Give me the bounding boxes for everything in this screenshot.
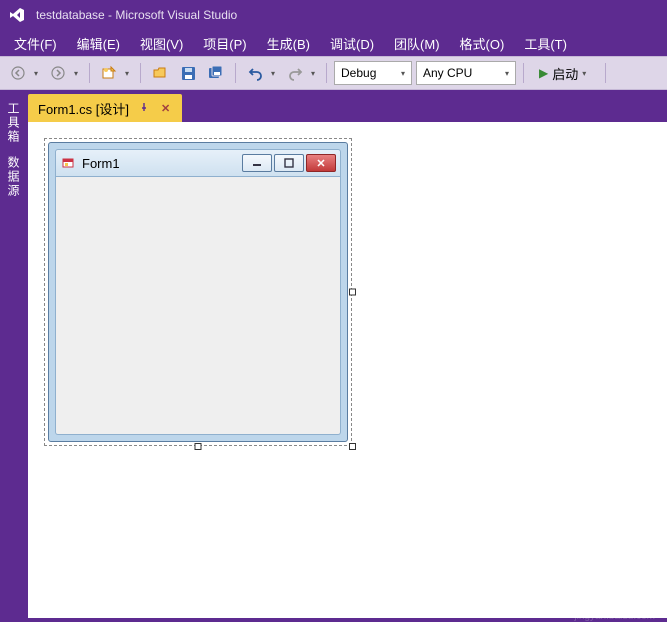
config-combo[interactable]: Debug ▾ [334, 61, 412, 85]
platform-combo-value: Any CPU [423, 66, 472, 80]
platform-combo[interactable]: Any CPU ▾ [416, 61, 516, 85]
side-tab-toolbox[interactable]: 工具箱 [0, 96, 24, 150]
chevron-down-icon: ▾ [505, 69, 509, 78]
run-button-label: 启动 [552, 64, 578, 83]
run-button[interactable]: ▶ 启动 ▾ [531, 61, 598, 85]
config-combo-value: Debug [341, 66, 376, 80]
resize-handle-bottom[interactable] [195, 443, 202, 450]
form-title-text: Form1 [82, 156, 120, 171]
main-area: 工具箱 数据源 Form1.cs [设计] ✕ [0, 90, 667, 618]
new-project-button[interactable] [97, 61, 121, 85]
chevron-down-icon[interactable]: ▾ [271, 69, 279, 78]
save-button[interactable] [176, 61, 200, 85]
form-icon [62, 156, 76, 170]
toolbar-separator [326, 63, 327, 83]
chevron-down-icon[interactable]: ▾ [125, 69, 133, 78]
tab-form1-design[interactable]: Form1.cs [设计] ✕ [28, 94, 182, 122]
toolbar: ▾ ▾ ▾ ▾ ▾ Debug ▾ Any CPU ▾ ▶ 启动 ▾ [0, 56, 667, 90]
save-all-button[interactable] [204, 61, 228, 85]
nav-back-button[interactable] [6, 61, 30, 85]
menu-team[interactable]: 团队(M) [384, 31, 450, 56]
form-window-buttons: ✕ [242, 154, 336, 172]
menu-format[interactable]: 格式(O) [450, 31, 515, 56]
undo-button[interactable] [243, 61, 267, 85]
menu-view[interactable]: 视图(V) [130, 31, 193, 56]
nav-forward-button[interactable] [46, 61, 70, 85]
toolbar-separator [140, 63, 141, 83]
menu-file[interactable]: 文件(F) [4, 31, 67, 56]
form-minimize-button[interactable] [242, 154, 272, 172]
toolbar-separator [89, 63, 90, 83]
menu-build[interactable]: 生成(B) [257, 31, 320, 56]
chevron-down-icon: ▾ [582, 69, 590, 78]
document-tabs: Form1.cs [设计] ✕ [28, 94, 667, 122]
side-tabs: 工具箱 数据源 [0, 90, 24, 618]
form-selection[interactable]: Form1 ✕ [48, 142, 348, 442]
menu-bar: 文件(F) 编辑(E) 视图(V) 项目(P) 生成(B) 调试(D) 团队(M… [0, 30, 667, 56]
toolbar-separator [235, 63, 236, 83]
play-icon: ▶ [539, 66, 548, 80]
menu-edit[interactable]: 编辑(E) [67, 31, 130, 56]
chevron-down-icon[interactable]: ▾ [311, 69, 319, 78]
menu-tools[interactable]: 工具(T) [514, 31, 577, 56]
pin-icon[interactable] [137, 102, 151, 115]
title-bar: testdatabase - Microsoft Visual Studio [0, 0, 667, 30]
form-close-button[interactable]: ✕ [306, 154, 336, 172]
resize-handle-corner[interactable] [349, 443, 356, 450]
tab-label: Form1.cs [设计] [38, 99, 129, 118]
menu-project[interactable]: 项目(P) [193, 31, 256, 56]
document-host: Form1.cs [设计] ✕ [28, 94, 667, 618]
resize-handle-right[interactable] [349, 289, 356, 296]
side-tab-datasources[interactable]: 数据源 [0, 150, 24, 204]
designer-surface[interactable]: Form1 ✕ [28, 122, 667, 618]
toolbar-separator [523, 63, 524, 83]
form-client-area[interactable] [55, 177, 341, 435]
chevron-down-icon: ▾ [401, 69, 405, 78]
open-file-button[interactable] [148, 61, 172, 85]
chevron-down-icon[interactable]: ▾ [34, 69, 42, 78]
form-titlebar: Form1 ✕ [55, 149, 341, 177]
chevron-down-icon[interactable]: ▾ [74, 69, 82, 78]
redo-button[interactable] [283, 61, 307, 85]
vs-logo-icon [8, 6, 26, 24]
form-preview[interactable]: Form1 ✕ [48, 142, 348, 442]
close-tab-button[interactable]: ✕ [159, 102, 172, 115]
menu-debug[interactable]: 调试(D) [320, 31, 384, 56]
window-title: testdatabase - Microsoft Visual Studio [36, 8, 237, 22]
form-maximize-button[interactable] [274, 154, 304, 172]
toolbar-separator [605, 63, 606, 83]
